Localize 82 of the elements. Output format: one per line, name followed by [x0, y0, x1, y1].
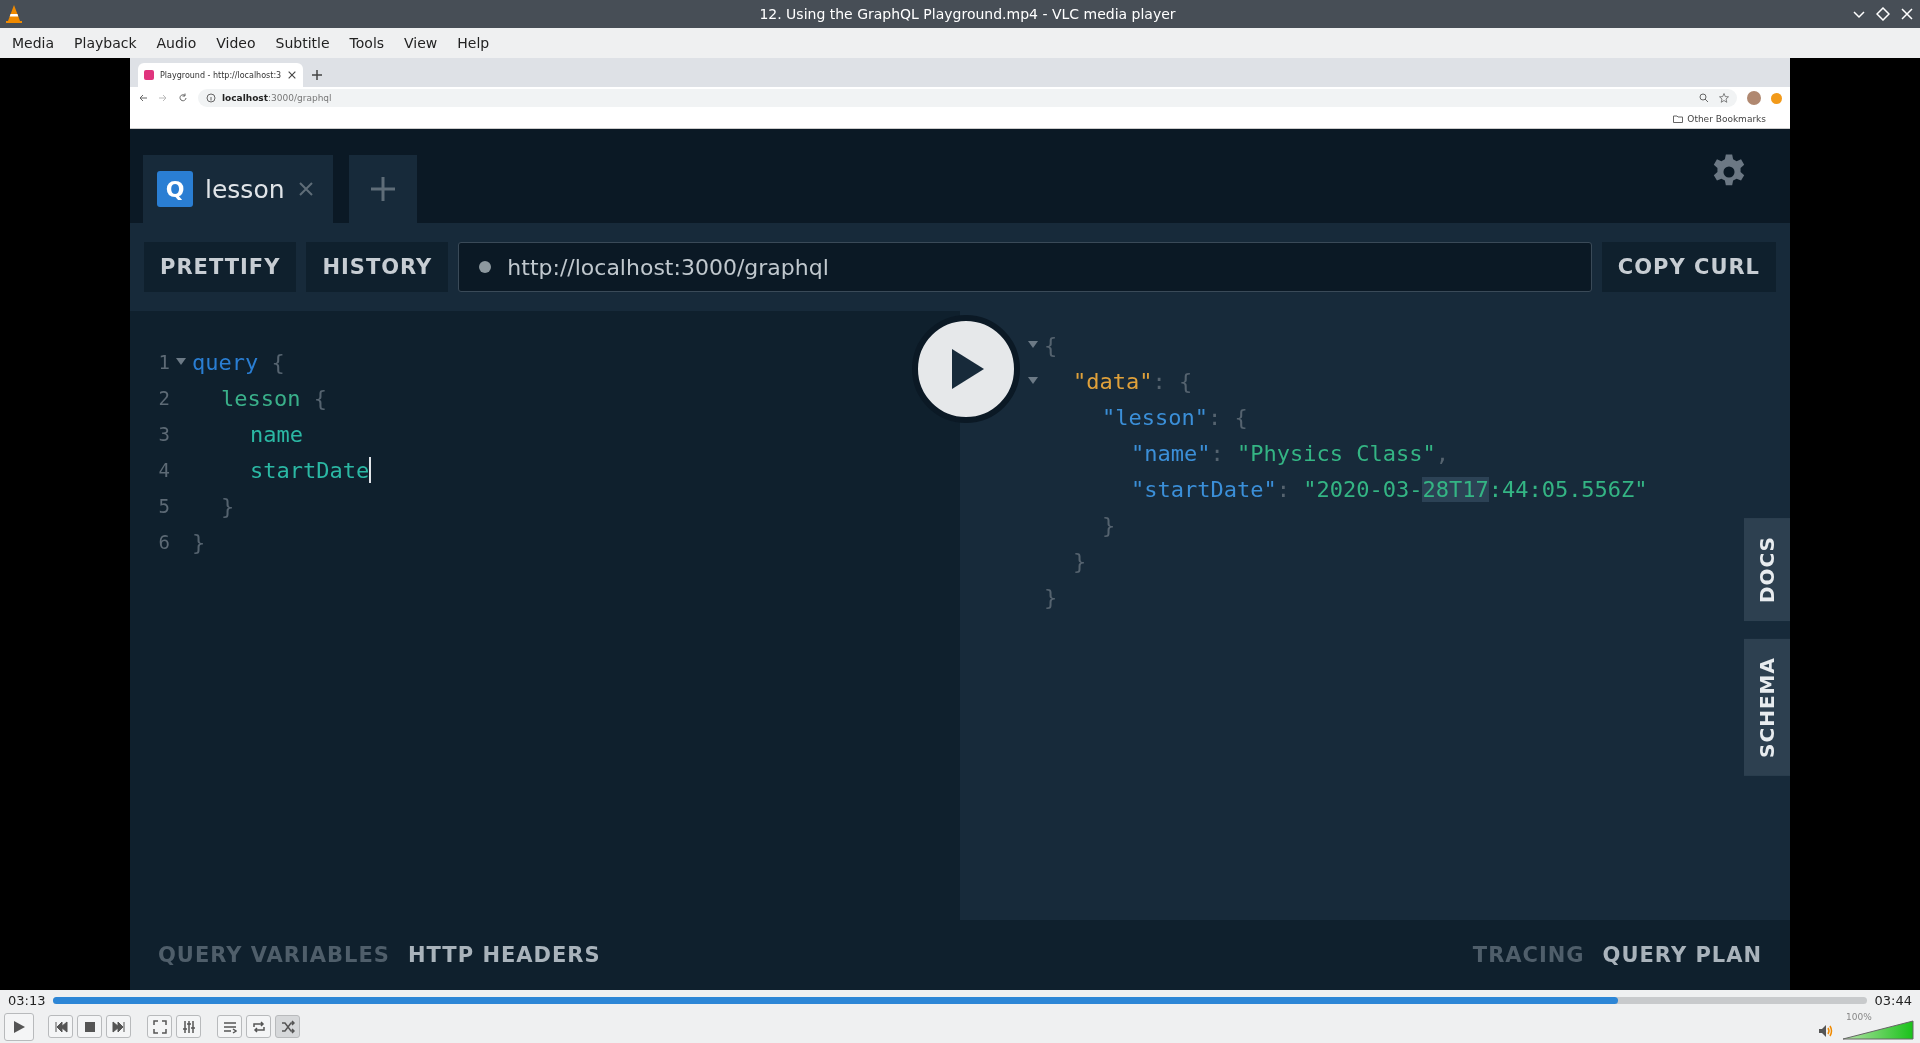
window-title: 12. Using the GraphQL Playground.mp4 - VLC media player	[758, 6, 1177, 22]
code-line: }	[192, 529, 206, 555]
toolbar-button[interactable]: HISTORY	[306, 242, 449, 292]
menu-item[interactable]: Video	[206, 35, 266, 51]
menu-item[interactable]: Media	[2, 35, 65, 51]
info-icon[interactable]	[206, 93, 216, 103]
star-icon[interactable]	[1719, 93, 1729, 103]
side-tab[interactable]: DOCS	[1744, 518, 1790, 622]
endpoint-field[interactable]: http://localhost:3000/graphql	[458, 242, 1592, 292]
loop-button[interactable]	[246, 1015, 271, 1038]
browser-tab[interactable]: Playground - http://localhost:3	[138, 63, 304, 87]
total-time: 03:44	[1874, 992, 1912, 1008]
menu-item[interactable]: Subtitle	[265, 35, 340, 51]
line-number: 3	[157, 423, 170, 445]
shuffle-icon	[280, 1019, 295, 1034]
line-number: 5	[157, 495, 170, 517]
panel-tab[interactable]: HTTP HEADERS	[407, 943, 601, 967]
previous-button[interactable]	[48, 1015, 73, 1038]
query-badge: Q	[157, 171, 193, 207]
back-arrow-icon[interactable]	[138, 93, 148, 103]
traffic-cone-icon	[5, 4, 23, 24]
loop-icon	[251, 1019, 266, 1034]
plus-icon	[369, 176, 396, 202]
code-line: query {	[192, 349, 285, 375]
copy-curl-button[interactable]: COPY CURL	[1601, 242, 1776, 292]
sliders-icon	[181, 1019, 196, 1034]
code-line: name	[250, 421, 303, 447]
previous-icon	[53, 1019, 68, 1034]
fullscreen-icon	[152, 1019, 167, 1034]
code-line: }	[1102, 512, 1116, 538]
code-line: {	[1044, 332, 1058, 358]
folder-icon	[1673, 113, 1684, 124]
play-button[interactable]	[4, 1012, 34, 1041]
equalizer-button[interactable]	[176, 1015, 201, 1038]
zoom-icon[interactable]	[1699, 93, 1709, 103]
line-number: 4	[157, 459, 170, 481]
line-number: 1	[157, 351, 170, 373]
stop-button[interactable]	[77, 1015, 102, 1038]
collapse-arrow-icon[interactable]	[1027, 376, 1039, 386]
reload-icon[interactable]	[178, 93, 188, 103]
fullscreen-button[interactable]	[147, 1015, 172, 1038]
line-number: 2	[157, 387, 170, 409]
seek-bar[interactable]	[53, 996, 1867, 1004]
maximize-icon[interactable]	[1876, 7, 1890, 21]
code-line: }	[1044, 584, 1058, 610]
line-number: 6	[157, 531, 170, 553]
panel-tab[interactable]: QUERY PLAN	[1602, 943, 1762, 967]
code-line: }	[221, 493, 235, 519]
collapse-arrow-icon[interactable]	[1027, 340, 1039, 350]
menu-item[interactable]: Audio	[146, 35, 207, 51]
code-line: }	[1073, 548, 1087, 574]
code-line: "data": {	[1073, 368, 1193, 394]
collapse-arrow-icon[interactable]	[175, 357, 187, 367]
code-line: "name": "Physics Class",	[1131, 440, 1449, 466]
menu-item[interactable]: Tools	[339, 35, 395, 51]
code-line: "lesson": {	[1102, 404, 1248, 430]
plus-icon[interactable]	[311, 69, 324, 81]
query-tab[interactable]: Q lesson	[143, 155, 333, 223]
code-line: "startDate": "2020-03-28T17:44:05.556Z"	[1131, 476, 1648, 502]
avatar-icon[interactable]	[1747, 91, 1761, 105]
menu-item[interactable]: Playback	[64, 35, 147, 51]
volume-slider[interactable]	[1842, 1019, 1914, 1040]
close-icon[interactable]	[287, 70, 298, 80]
code-line: lesson {	[221, 385, 327, 411]
menu-item[interactable]: Help	[447, 35, 500, 51]
playlist-icon	[222, 1019, 237, 1034]
speaker-icon[interactable]	[1818, 1023, 1834, 1038]
shuffle-button[interactable]	[275, 1015, 300, 1038]
elapsed-time: 03:13	[8, 992, 46, 1008]
bookmark-link[interactable]: Other Bookmarks	[1687, 113, 1766, 124]
menu-item[interactable]: View	[394, 35, 448, 51]
play-icon	[12, 1019, 26, 1034]
playlist-button[interactable]	[217, 1015, 242, 1038]
next-button[interactable]	[106, 1015, 131, 1038]
favicon-icon	[144, 70, 154, 80]
volume-reading: 100%	[1846, 1011, 1872, 1022]
code-line: startDate	[250, 457, 372, 483]
toolbar-button[interactable]: PRETTIFY	[144, 242, 297, 292]
address-field[interactable]: localhost:3000/graphql	[222, 93, 332, 103]
side-tab[interactable]: SCHEMA	[1744, 639, 1790, 776]
next-icon	[111, 1019, 126, 1034]
stop-icon	[82, 1019, 97, 1034]
